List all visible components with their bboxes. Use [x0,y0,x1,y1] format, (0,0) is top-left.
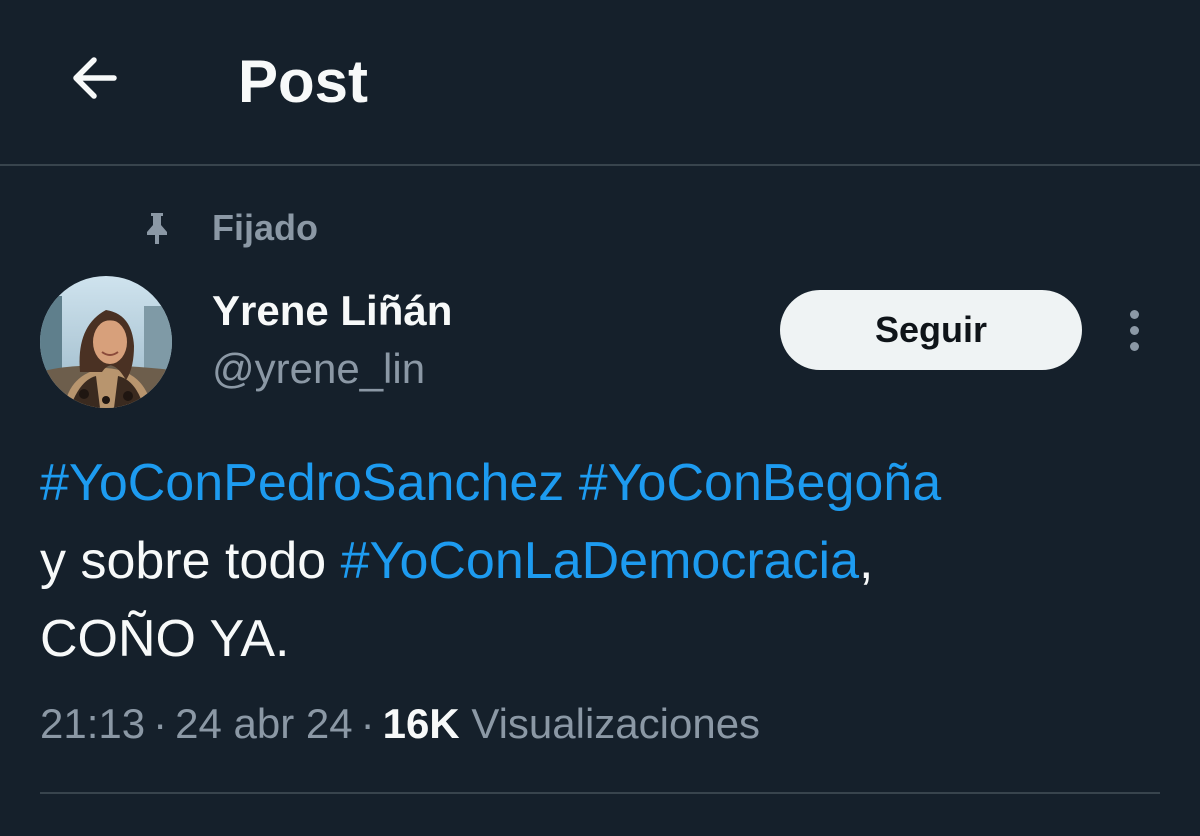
meta-separator: · [153,700,168,747]
back-button[interactable] [56,40,132,116]
more-options-button[interactable] [1110,300,1158,360]
arrow-left-icon [73,57,117,99]
hashtag-link[interactable]: #YoConPedroSanchez [40,454,564,512]
post-text: #YoConPedroSanchez #YoConBegoña y sobre … [40,444,1160,678]
post-screen: Post Fijado Yrene Liñán @yrene_lin Segui… [0,0,1200,836]
meta-separator: · [360,700,375,747]
more-vertical-icon [1129,309,1139,351]
pin-icon [147,213,167,244]
pinned-label: Fijado [212,207,318,248]
divider [40,792,1160,794]
hashtag-link[interactable]: #YoConLaDemocracia [341,532,859,590]
post-text-fragment: , [859,532,874,590]
post-text-space [564,454,578,512]
views-label[interactable]: Visualizaciones [471,700,760,747]
page-title: Post [238,48,369,115]
hashtag-link[interactable]: #YoConBegoña [579,454,941,512]
post-text-line: y sobre todo #YoConLaDemocracia, [40,522,1160,600]
post-text-fragment: y sobre todo [40,532,341,590]
pinned-indicator: Fijado [142,204,318,252]
avatar-photo [40,276,172,408]
post-date[interactable]: 24 abr 24 [175,700,352,747]
post-text-line: #YoConPedroSanchez #YoConBegoña [40,444,1160,522]
top-bar: Post [0,0,1200,166]
post-metadata: 21:13 · 24 abr 24 · 16K Visualizaciones [40,694,760,754]
post-time[interactable]: 21:13 [40,700,145,747]
avatar[interactable] [40,276,172,408]
follow-button[interactable]: Seguir [780,290,1082,370]
views-count[interactable]: 16K [383,700,460,747]
author-handle[interactable]: @yrene_lin [212,344,425,394]
author-name[interactable]: Yrene Liñán [212,286,452,336]
post-text-line: COÑO YA. [40,610,290,668]
